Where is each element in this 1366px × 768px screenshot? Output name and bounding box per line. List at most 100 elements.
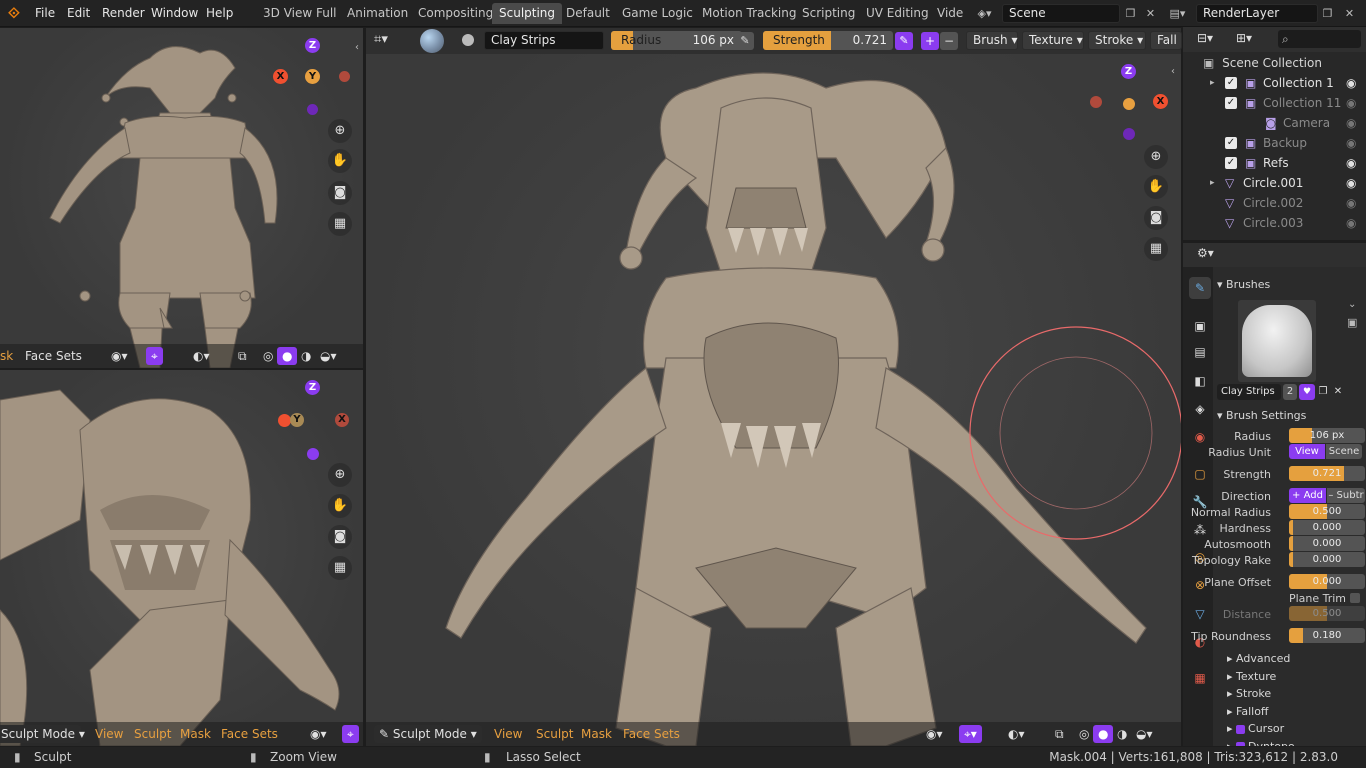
tab-3d-view-full[interactable]: 3D View Full	[256, 3, 344, 24]
menu-help[interactable]: Help	[200, 3, 239, 24]
collection-checkbox[interactable]: ✓	[1225, 137, 1237, 149]
outliner-item[interactable]: ✓ ▣ Backup ◉	[1183, 133, 1366, 153]
strength-pressure-icon[interactable]: ✎	[895, 32, 913, 50]
view-menu[interactable]: View	[489, 725, 527, 743]
outliner-item[interactable]: ▸ ✓ ▣ Collection 1 ◉	[1183, 73, 1366, 93]
zoom-icon[interactable]: ⊕	[1144, 145, 1168, 169]
brush-list-toggle-icon[interactable]: ⌄	[1348, 299, 1356, 310]
expand-arrow-icon[interactable]: ▸	[1210, 173, 1215, 193]
falloff-menu[interactable]: Fall	[1150, 31, 1182, 50]
scene-field[interactable]: Scene	[1002, 4, 1120, 23]
zoom-icon[interactable]: ⊕	[328, 463, 352, 487]
stroke-menu[interactable]: Stroke ▾	[1088, 31, 1146, 50]
brush-menu[interactable]: Brush ▾	[966, 31, 1018, 50]
camera-view-icon[interactable]: ◙	[328, 525, 352, 549]
tab-motion-tracking[interactable]: Motion Tracking	[695, 3, 803, 24]
gizmo-neg-y-axis[interactable]	[339, 71, 350, 82]
view-menu[interactable]: View	[90, 725, 128, 743]
area-collapse-icon[interactable]: ‹	[355, 42, 359, 53]
view-layer-tab-icon[interactable]: ◧	[1189, 370, 1211, 392]
brush-name-field[interactable]: Clay Strips	[484, 31, 604, 50]
plane-offset-slider[interactable]: 0.000	[1289, 574, 1365, 589]
properties-editor-icon[interactable]: ⚙▾	[1197, 246, 1214, 260]
visibility-eye-icon[interactable]: ◉	[1346, 153, 1356, 173]
perspective-icon[interactable]: ▦	[1144, 237, 1168, 261]
overlay-icon[interactable]: ◐▾	[188, 347, 215, 365]
data-tab-icon[interactable]: ▽	[1189, 603, 1211, 625]
brushes-panel-title[interactable]: ▾ Brushes	[1217, 278, 1270, 291]
brush-users-count[interactable]: 2	[1283, 384, 1297, 400]
subpanel-cursor[interactable]: ▸ Cursor	[1227, 722, 1284, 735]
editor-type-icon[interactable]: ⊟▾	[1197, 31, 1213, 45]
outliner-item[interactable]: ✓ ▣ Collection 11 ◉	[1183, 93, 1366, 113]
gizmo2-y-axis[interactable]: Y	[290, 413, 304, 427]
face-sets-menu[interactable]: Face Sets	[618, 725, 685, 743]
pan-hand-icon[interactable]: ✋	[328, 149, 352, 173]
outliner-scene-collection[interactable]: ▣ Scene Collection	[1203, 53, 1322, 73]
mask-menu[interactable]: Mask	[175, 725, 216, 743]
radius-slider[interactable]: 106 px	[1289, 428, 1365, 443]
object-tab-icon[interactable]: ▢	[1189, 463, 1211, 485]
gizmo-neg-z-axis[interactable]	[307, 104, 318, 115]
scene-tab-icon[interactable]: ◈	[1189, 398, 1211, 420]
main-gizmo-neg-z-axis[interactable]	[1123, 128, 1135, 140]
overlay-icon[interactable]: ◐▾	[1003, 725, 1030, 743]
left-bottom-viewport[interactable]: Z Y X ⊕ ✋ ◙ ▦ Sculpt Mode ▾ View Sculpt …	[0, 370, 363, 746]
tab-uv-editing[interactable]: UV Editing	[859, 3, 936, 24]
outliner-item[interactable]: ▸ ▽ Circle.001 ◉	[1183, 173, 1366, 193]
brush-name-field[interactable]: Clay Strips	[1217, 384, 1281, 400]
strength-slider[interactable]: 0.721	[1289, 466, 1365, 481]
scene-selector-icon[interactable]: ◈▾	[975, 4, 994, 23]
radius-unit-view-button[interactable]: View	[1289, 444, 1325, 459]
renderlayer-new-icon[interactable]: ❐	[1318, 4, 1337, 23]
direction-add-icon[interactable]: +	[921, 32, 939, 50]
output-tab-icon[interactable]: ▤	[1189, 341, 1211, 363]
world-tab-icon[interactable]: ◉	[1189, 426, 1211, 448]
direction-add-button[interactable]: + Add	[1289, 488, 1326, 503]
normal-radius-slider[interactable]: 0.500	[1289, 504, 1365, 519]
autosmooth-slider[interactable]: 0.000	[1289, 536, 1365, 551]
tip-roundness-slider[interactable]: 0.180	[1289, 628, 1365, 643]
camera-view-icon[interactable]: ◙	[1144, 206, 1168, 230]
visibility-icon[interactable]: ◉▾	[305, 725, 332, 743]
menu-window[interactable]: Window	[145, 3, 204, 24]
xray-icon[interactable]: ⧉	[1050, 725, 1069, 743]
perspective-icon[interactable]: ▦	[328, 556, 352, 580]
gizmo2-x-axis[interactable]: X	[335, 413, 349, 427]
visibility-eye-icon[interactable]: ◉	[1346, 73, 1356, 93]
display-mode-icon[interactable]: ⊞▾	[1236, 31, 1252, 45]
tool-mode-icon[interactable]: ⌗▾	[374, 32, 388, 47]
ortho-grid-icon[interactable]: ▦	[328, 212, 352, 236]
brush-thumbnail[interactable]	[1238, 300, 1316, 382]
subpanel-checkbox[interactable]	[1236, 724, 1246, 734]
pan-hand-icon[interactable]: ✋	[1144, 175, 1168, 199]
tab-compositing[interactable]: Compositing	[411, 3, 500, 24]
tab-game-logic[interactable]: Game Logic	[615, 3, 700, 24]
collection-checkbox[interactable]: ✓	[1225, 77, 1237, 89]
brush-unlink-icon[interactable]: ✕	[1331, 384, 1345, 400]
main-gizmo-x-axis[interactable]: X	[1153, 94, 1168, 109]
region-toggle-icon[interactable]: ‹	[1171, 66, 1175, 77]
brush-preview-icon[interactable]	[420, 29, 444, 53]
expand-arrow-icon[interactable]: ▸	[1210, 73, 1215, 93]
face-sets-menu[interactable]: Face Sets	[20, 347, 87, 365]
visibility-eye-icon[interactable]: ◉	[1346, 133, 1356, 153]
render-tab-icon[interactable]: ▣	[1189, 315, 1211, 337]
main-gizmo-y-axis[interactable]	[1123, 98, 1135, 110]
gizmo-toggle-icon[interactable]: ⌖	[342, 725, 359, 743]
collection-checkbox[interactable]: ✓	[1225, 157, 1237, 169]
menu-file[interactable]: File	[29, 3, 61, 24]
subpanel-stroke[interactable]: ▸ Stroke	[1227, 687, 1271, 700]
visibility-eye-icon[interactable]: ◉	[1346, 113, 1356, 133]
brush-settings-panel-title[interactable]: ▾ Brush Settings	[1217, 409, 1306, 422]
left-top-viewport[interactable]: Z X Y ⊕ ✋ ◙ ▦ sk Face Sets ◉▾ ⌖ ◐▾ ⧉ ◎ ●…	[0, 28, 363, 368]
topology-rake-slider[interactable]: 0.000	[1289, 552, 1365, 567]
direction-subtract-icon[interactable]: −	[940, 32, 958, 50]
brush-type-icon[interactable]	[462, 34, 474, 46]
blender-icon[interactable]: ⟐	[8, 3, 20, 24]
radius-pressure-icon[interactable]: ✎	[736, 32, 754, 50]
visibility-icon[interactable]: ◉▾	[106, 347, 133, 365]
subpanel-advanced[interactable]: ▸ Advanced	[1227, 652, 1290, 665]
collection-checkbox[interactable]: ✓	[1225, 97, 1237, 109]
main-viewport[interactable]: Z X ⊕ ✋ ◙ ▦ ‹ ✎ Sculpt Mode ▾ View Sculp…	[366, 28, 1181, 746]
